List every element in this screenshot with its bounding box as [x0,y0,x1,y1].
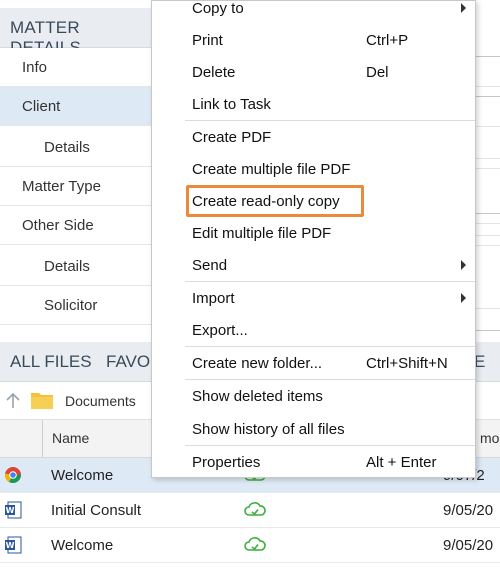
breadcrumb-folder[interactable]: Documents [65,393,136,409]
menu-item-create-multiple-file-pdf[interactable]: Create multiple file PDF [152,154,475,186]
menu-label: Edit multiple file PDF [192,225,332,242]
context-menu: Copy to Print Ctrl+P Delete Del Link to … [151,0,476,478]
file-modified-date: 9/05/20 [443,502,494,519]
menu-shortcut: Ctrl+Shift+N [366,355,448,372]
menu-item-import[interactable]: Import [152,283,475,315]
menu-separator [185,379,475,380]
column-name[interactable]: Name [52,430,89,446]
menu-item-show-history[interactable]: Show history of all files [152,414,475,446]
nav-item-other-side[interactable]: Other Side [0,206,152,245]
menu-label: Link to Task [192,96,271,113]
file-name: Welcome [51,467,114,484]
menu-item-edit-multiple-file-pdf[interactable]: Edit multiple file PDF [152,218,475,250]
svg-text:W: W [6,541,15,550]
word-doc-icon: W [5,536,22,554]
menu-label: Copy to [192,0,244,17]
menu-label: Export... [192,322,248,339]
column-modified[interactable]: mo [480,430,499,446]
detail-panel-edge [476,8,500,340]
file-name: Welcome [51,537,114,554]
menu-separator [185,346,475,347]
menu-item-delete[interactable]: Delete Del [152,57,475,89]
matter-details-header: MATTER DETAILS [0,8,152,57]
menu-label: Create PDF [192,129,272,146]
file-name: Initial Consult [51,502,142,519]
cloud-synced-icon [244,502,266,516]
menu-label: Print [192,32,223,49]
submenu-arrow-icon [461,3,466,13]
menu-separator [185,120,475,121]
nav-item-client[interactable]: Client [0,87,152,126]
table-row[interactable]: W Initial Consult 9/05/20 [0,493,500,528]
menu-item-copy-to[interactable]: Copy to [152,0,475,25]
menu-label: Create new folder... [192,355,323,372]
menu-item-create-new-folder[interactable]: Create new folder... Ctrl+Shift+N [152,348,475,380]
menu-shortcut: Ctrl+P [366,32,409,49]
menu-label: Send [192,257,228,274]
nav-item-client-details[interactable]: Details [0,128,152,167]
menu-label: Show history of all files [192,421,345,438]
submenu-arrow-icon [461,293,466,303]
menu-shortcut: Del [366,64,389,81]
menu-item-print[interactable]: Print Ctrl+P [152,25,475,57]
highlight-box [186,185,364,217]
nav-item-other-side-details[interactable]: Details [0,247,152,286]
cloud-synced-icon [244,537,266,551]
svg-text:W: W [6,506,15,515]
menu-separator [185,445,475,446]
nav-item-matter-type[interactable]: Matter Type [0,167,152,206]
chrome-icon [4,467,21,483]
menu-label: Properties [192,454,261,471]
table-row[interactable]: W Welcome 9/05/20 [0,528,500,563]
menu-label: Create multiple file PDF [192,161,351,178]
menu-shortcut: Alt + Enter [366,454,437,471]
menu-label: Show deleted items [192,388,323,405]
up-arrow-icon[interactable] [4,391,22,411]
menu-separator [185,281,475,282]
nav-item-solicitor[interactable]: Solicitor [0,286,152,325]
menu-item-link-to-task[interactable]: Link to Task [152,89,475,121]
menu-label: Delete [192,64,236,81]
folder-icon [31,393,53,409]
submenu-arrow-icon [461,260,466,270]
menu-item-export[interactable]: Export... [152,315,475,347]
file-modified-date: 9/05/20 [443,537,494,554]
menu-item-show-deleted-items[interactable]: Show deleted items [152,381,475,413]
menu-item-send[interactable]: Send [152,250,475,282]
nav-item-info[interactable]: Info [0,48,152,87]
word-doc-icon: W [5,501,22,519]
menu-label: Import [192,290,235,307]
menu-item-properties[interactable]: Properties Alt + Enter [152,447,475,479]
tab-all-files[interactable]: ALL FILES [10,352,92,372]
menu-item-create-pdf[interactable]: Create PDF [152,122,475,154]
